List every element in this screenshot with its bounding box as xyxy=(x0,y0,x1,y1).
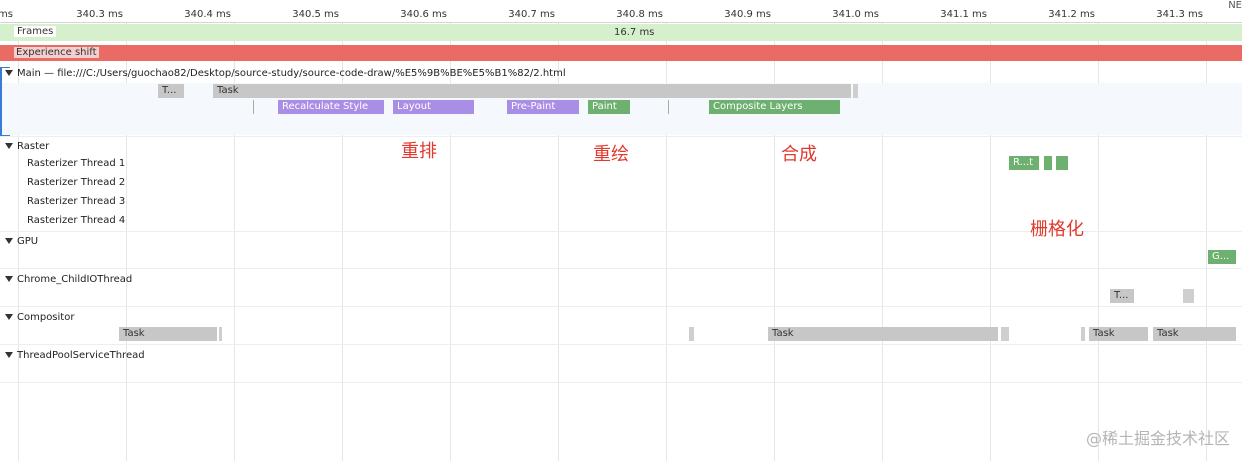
ruler-tick: 340.3 ms xyxy=(76,9,123,20)
main-thread-title: Main — file:///C:/Users/guochao82/Deskto… xyxy=(17,68,566,79)
raster-header[interactable]: Raster xyxy=(5,141,49,152)
compositor-task-sliver[interactable] xyxy=(1081,327,1085,341)
compositor-task-sliver[interactable] xyxy=(219,327,222,341)
ruler-tick: 341.1 ms xyxy=(940,9,987,20)
raster-task-event[interactable]: R...t xyxy=(1009,156,1039,170)
childio-header[interactable]: Chrome_ChildIOThread xyxy=(5,274,132,285)
compositor-task-event[interactable]: Task xyxy=(1153,327,1236,341)
collapse-triangle-icon[interactable] xyxy=(5,352,13,358)
ruler-tick: 340.4 ms xyxy=(184,9,231,20)
rasterizer-thread-4[interactable]: Rasterizer Thread 4 xyxy=(27,215,125,226)
track-separator xyxy=(0,382,1242,383)
annotation-composite: 合成 xyxy=(781,144,817,165)
frames-label: Frames xyxy=(14,26,57,37)
ruler-corner-label: NE xyxy=(1228,0,1242,11)
track-separator xyxy=(0,306,1242,307)
collapse-triangle-icon[interactable] xyxy=(5,70,13,76)
experience-label: Experience shift xyxy=(14,47,99,58)
frame-duration[interactable]: 16.7 ms xyxy=(614,27,654,38)
rasterizer-thread-3[interactable]: Rasterizer Thread 3 xyxy=(27,196,125,207)
ruler-tick: 340.6 ms xyxy=(400,9,447,20)
experience-track[interactable] xyxy=(0,45,1242,61)
compositor-task-sliver[interactable] xyxy=(689,327,694,341)
track-separator xyxy=(0,344,1242,345)
track-separator xyxy=(0,268,1242,269)
rasterizer-thread-1[interactable]: Rasterizer Thread 1 xyxy=(27,158,125,169)
event-marker xyxy=(253,100,254,114)
ruler-tick: 341.0 ms xyxy=(832,9,879,20)
rasterizer-thread-2[interactable]: Rasterizer Thread 2 xyxy=(27,177,125,188)
annotation-rasterize: 栅格化 xyxy=(1030,219,1084,240)
composite-layers-event[interactable]: Composite Layers xyxy=(709,100,840,114)
childio-task-sliver[interactable] xyxy=(1183,289,1194,303)
raster-task-event-small[interactable] xyxy=(1056,156,1068,170)
task-event-small[interactable]: T... xyxy=(158,84,184,98)
compositor-task-sliver[interactable] xyxy=(1001,327,1009,341)
collapse-triangle-icon[interactable] xyxy=(5,143,13,149)
annotation-reflow: 重排 xyxy=(401,141,437,162)
main-thread-header[interactable]: Main — file:///C:/Users/guochao82/Deskto… xyxy=(5,68,566,79)
ruler-tick: 340.9 ms xyxy=(724,9,771,20)
track-separator xyxy=(0,136,1242,137)
raster-task-event-small[interactable] xyxy=(1044,156,1052,170)
annotation-repaint: 重绘 xyxy=(593,144,629,165)
compositor-task-event[interactable]: Task xyxy=(768,327,998,341)
paint-event[interactable]: Paint xyxy=(588,100,630,114)
collapse-triangle-icon[interactable] xyxy=(5,314,13,320)
task-event-sliver[interactable] xyxy=(853,84,858,98)
raster-title: Raster xyxy=(17,141,50,152)
ruler-tick: ms xyxy=(0,9,13,20)
task-event[interactable]: Task xyxy=(213,84,851,98)
time-ruler[interactable]: ms 340.3 ms 340.4 ms 340.5 ms 340.6 ms 3… xyxy=(0,0,1242,23)
collapse-triangle-icon[interactable] xyxy=(5,238,13,244)
event-marker xyxy=(668,100,669,114)
threadpool-header[interactable]: ThreadPoolServiceThread xyxy=(5,350,145,361)
ruler-tick: 341.3 ms xyxy=(1156,9,1203,20)
ruler-tick: 340.7 ms xyxy=(508,9,555,20)
compositor-task-event[interactable]: Task xyxy=(1089,327,1148,341)
compositor-header[interactable]: Compositor xyxy=(5,312,74,323)
layout-event[interactable]: Layout xyxy=(393,100,474,114)
ruler-tick: 341.2 ms xyxy=(1048,9,1095,20)
ruler-tick: 340.8 ms xyxy=(616,9,663,20)
pre-paint-event[interactable]: Pre-Paint xyxy=(507,100,579,114)
threadpool-title: ThreadPoolServiceThread xyxy=(17,350,145,361)
gpu-header[interactable]: GPU xyxy=(5,236,38,247)
collapse-triangle-icon[interactable] xyxy=(5,276,13,282)
compositor-title: Compositor xyxy=(17,312,75,323)
gpu-task-event[interactable]: G... xyxy=(1208,250,1236,264)
watermark: @稀土掘金技术社区 xyxy=(1085,429,1230,448)
compositor-task-event[interactable]: Task xyxy=(119,327,217,341)
childio-task-event[interactable]: T... xyxy=(1110,289,1134,303)
recalculate-style-event[interactable]: Recalculate Style xyxy=(278,100,384,114)
gpu-title: GPU xyxy=(17,236,39,247)
childio-title: Chrome_ChildIOThread xyxy=(17,274,133,285)
ruler-tick: 340.5 ms xyxy=(292,9,339,20)
